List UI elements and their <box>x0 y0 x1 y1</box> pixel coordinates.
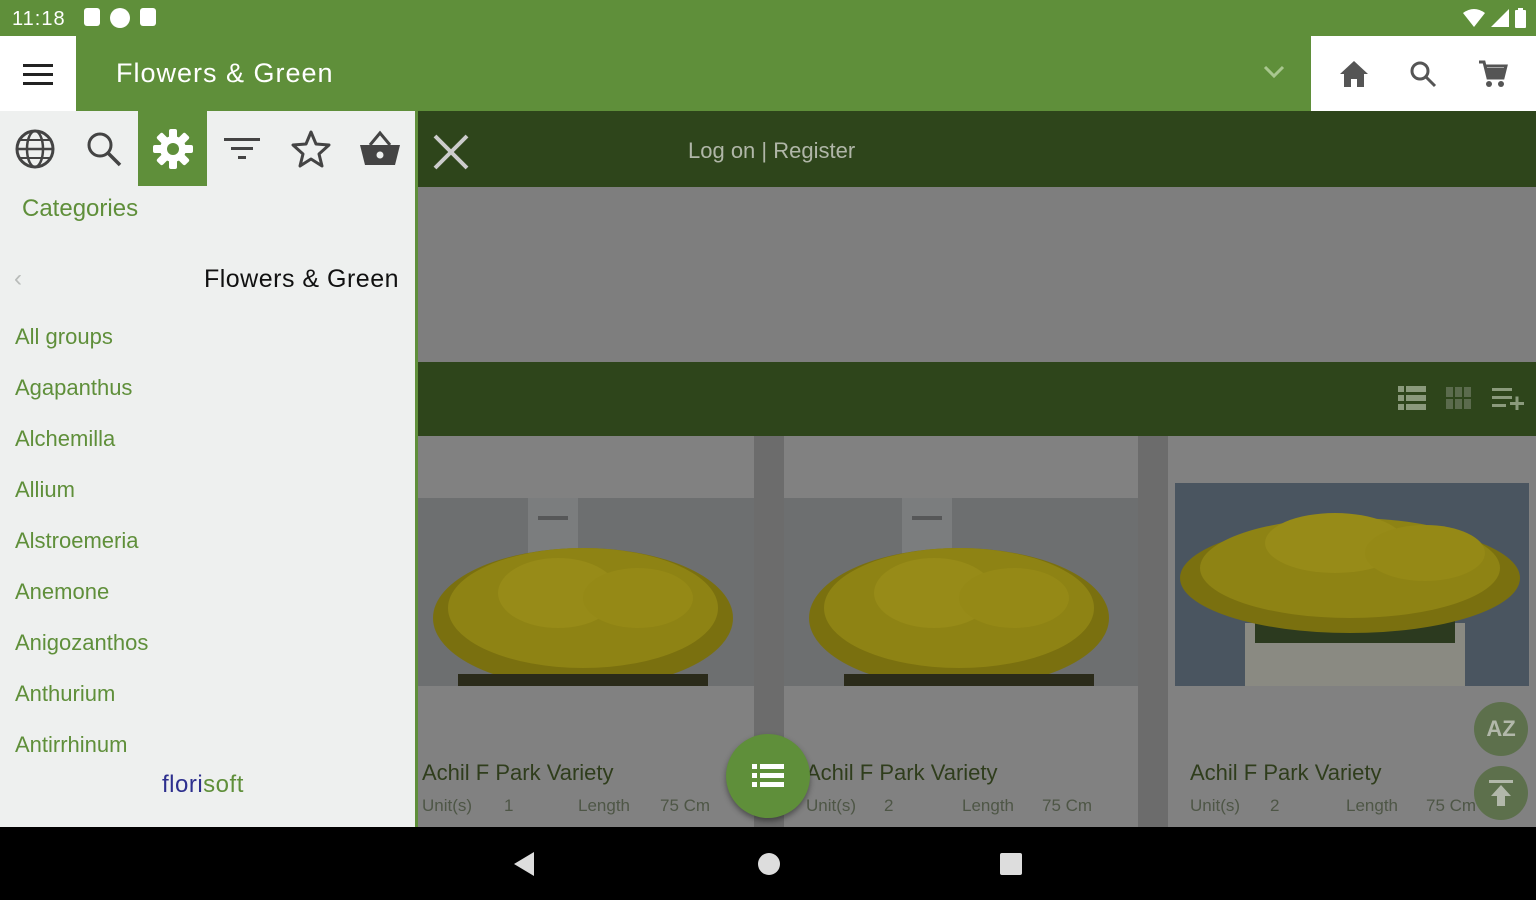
tab-filter[interactable] <box>207 111 276 186</box>
scroll-top-button[interactable] <box>1474 766 1528 820</box>
star-icon <box>291 130 330 167</box>
units-value: 2 <box>1270 796 1280 815</box>
notification-icon <box>84 8 100 26</box>
product-name: Achil F Park Variety <box>1190 760 1382 785</box>
close-icon[interactable] <box>432 133 470 171</box>
cart-icon[interactable] <box>1477 58 1509 90</box>
list-toolbar <box>418 362 1536 436</box>
units-label: Unit(s) <box>1190 796 1241 815</box>
category-item[interactable]: Anthurium <box>15 681 148 732</box>
view-mode-icons <box>1398 386 1524 410</box>
list-icon <box>752 764 784 787</box>
florisoft-logo: florisoft <box>162 771 244 799</box>
group-breadcrumb: ‹ Flowers & Green <box>0 261 415 295</box>
category-item[interactable]: Antirrhinum <box>15 732 148 783</box>
menu-button[interactable] <box>0 36 76 111</box>
length-label: Length <box>578 796 630 815</box>
app-bar: Flowers & Green <box>0 36 1536 114</box>
categories-heading: Categories <box>22 195 139 222</box>
hamburger-icon <box>23 63 53 85</box>
product-image <box>1175 483 1529 686</box>
main-content-dimmed: Log on | Register Achil F Park Variety U… <box>418 111 1536 827</box>
length-label: Length <box>962 796 1014 815</box>
home-icon[interactable] <box>1338 59 1370 89</box>
recents-nav-icon[interactable] <box>999 851 1023 877</box>
length-value: 75 Cm <box>1426 796 1477 815</box>
category-list: All groups Agapanthus Alchemilla Allium … <box>15 324 148 783</box>
units-label: Unit(s) <box>422 796 473 815</box>
category-item[interactable]: All groups <box>15 324 148 375</box>
chevron-down-icon[interactable] <box>1262 64 1286 80</box>
list-menu-fab[interactable] <box>726 734 810 818</box>
logo-part1: flori <box>162 771 204 798</box>
login-bar: Log on | Register <box>418 111 1536 187</box>
filter-icon <box>223 137 260 159</box>
product-card[interactable]: Achil F Park Variety Unit(s) 2 Length 75… <box>1168 436 1536 827</box>
status-bar: 11:18 <box>0 0 1536 36</box>
current-group-title: Flowers & Green <box>203 265 399 293</box>
back-chevron-icon[interactable]: ‹ <box>14 265 22 293</box>
units-value: 1 <box>504 796 514 815</box>
banner-area <box>418 187 1536 362</box>
status-notification-icons <box>84 8 156 28</box>
list-view-icon[interactable] <box>1398 386 1426 410</box>
product-image <box>784 498 1138 686</box>
arrow-up-icon <box>1489 780 1513 806</box>
tab-search[interactable] <box>69 111 138 186</box>
gear-icon <box>152 128 193 169</box>
system-nav-bar <box>0 827 1536 900</box>
category-item[interactable]: Allium <box>15 477 148 528</box>
tab-settings[interactable] <box>138 111 207 186</box>
tab-favorites[interactable] <box>276 111 345 186</box>
product-card[interactable]: Achil F Park Variety Unit(s) 1 Length 75… <box>418 436 754 827</box>
app-title: Flowers & Green <box>116 58 334 88</box>
search-icon[interactable] <box>1408 59 1438 89</box>
category-item[interactable]: Agapanthus <box>15 375 148 426</box>
navigation-drawer: Categories ‹ Flowers & Green All groups … <box>0 111 418 827</box>
home-nav-icon[interactable] <box>756 851 782 877</box>
app-notification-icon <box>110 8 130 28</box>
length-value: 75 Cm <box>660 796 711 815</box>
units-value: 2 <box>884 796 894 815</box>
signal-icon <box>1491 9 1509 27</box>
length-label: Length <box>1346 796 1398 815</box>
sd-card-icon <box>140 8 156 26</box>
length-value: 75 Cm <box>1042 796 1093 815</box>
product-card[interactable]: Achil F Park Variety Unit(s) 2 Length 75… <box>784 436 1138 827</box>
units-label: Unit(s) <box>806 796 857 815</box>
globe-icon <box>15 129 54 168</box>
drawer-tabs <box>0 111 415 186</box>
grid-view-icon[interactable] <box>1446 387 1472 409</box>
sort-az-label: AZ <box>1486 716 1516 741</box>
login-register-link[interactable]: Log on | Register <box>688 138 855 164</box>
tab-basket[interactable] <box>345 111 414 186</box>
category-item[interactable]: Alchemilla <box>15 426 148 477</box>
basket-icon <box>359 130 400 165</box>
wifi-icon <box>1463 9 1485 27</box>
card-gap <box>1138 436 1168 827</box>
sort-az-button[interactable]: AZ <box>1474 702 1528 756</box>
tab-language[interactable] <box>0 111 69 186</box>
back-nav-icon[interactable] <box>512 851 536 877</box>
status-time: 11:18 <box>12 8 66 30</box>
status-right-icons <box>1463 8 1526 28</box>
logo-part2: soft <box>203 771 244 798</box>
add-to-list-icon[interactable] <box>1492 386 1524 410</box>
category-item[interactable]: Anigozanthos <box>15 630 148 681</box>
category-item[interactable]: Anemone <box>15 579 148 630</box>
toolbar-actions <box>1311 36 1536 111</box>
product-name: Achil F Park Variety <box>806 760 998 785</box>
product-name: Achil F Park Variety <box>422 760 614 785</box>
search-icon <box>87 132 121 166</box>
battery-icon <box>1515 8 1526 28</box>
category-item[interactable]: Alstroemeria <box>15 528 148 579</box>
product-image <box>418 498 754 686</box>
